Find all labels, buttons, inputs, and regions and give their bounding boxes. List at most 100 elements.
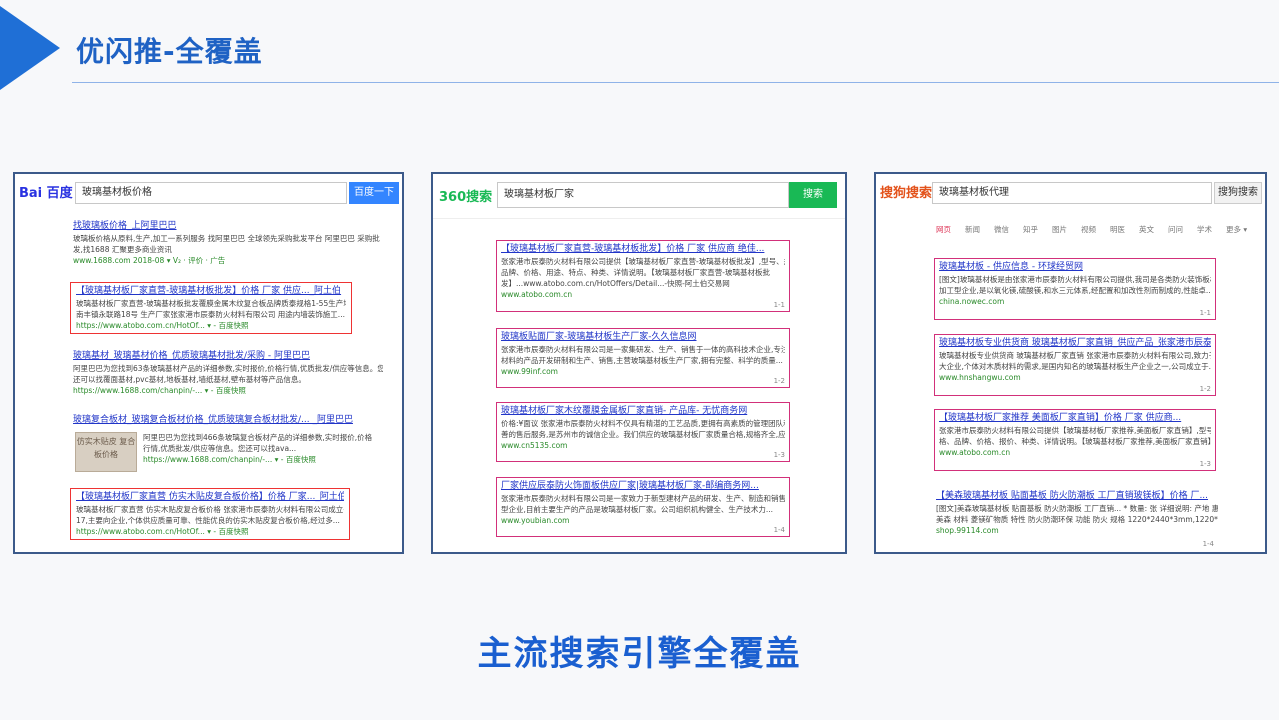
result-desc: 型企业,目前主要生产的产品是玻璃基材板厂家。公司组织机构健全、生产技术力... bbox=[501, 505, 774, 514]
tab-medical[interactable]: 明医 bbox=[1110, 225, 1125, 234]
sogou-result-2[interactable]: 玻璃基材板专业供货商 玻璃基材板厂家直销_供应产品_张家港市辰泰... 玻璃基材… bbox=[934, 334, 1216, 396]
result-desc: 加工型企业,是以氧化镁,硫酸镁,和水三元体系,经配置和加改性剂而制成的,性能卓.… bbox=[939, 286, 1211, 295]
result-desc: 玻璃板价格从原料,生产,加工一系列服务 找阿里巴巴 全球领先采购批发平台 阿里巴… bbox=[73, 234, 380, 243]
s360-screenshot-panel: 360搜索 玻璃基材板厂家 搜索 【玻璃基材板厂家直营-玻璃基材板批发】价格 厂… bbox=[431, 172, 847, 554]
tab-qa[interactable]: 问问 bbox=[1168, 225, 1183, 234]
result-desc: 材料的产品开发研制和生产、销售,主营玻璃基材板生产厂家,拥有完整、科学的质量..… bbox=[501, 356, 783, 365]
result-desc: 玻璃基材板厂家直营-玻璃基材板批发覆膜金属木纹复合板品牌质泰规格1-55生产地址… bbox=[76, 299, 346, 308]
s360-result-2[interactable]: 玻璃板贴面厂家-玻璃基材板生产厂家-久久信息网 张家港市辰泰防火材料有限公司是一… bbox=[496, 328, 790, 388]
result-desc: 张家港市辰泰防火材料有限公司是一家集研发、生产、销售于一体的高科技术企业,专注木… bbox=[501, 345, 785, 354]
sogou-result-4[interactable]: 【美森玻璃基材板 贴面基板 防火防潮板 工厂直销玻镁板】价格 厂... [图文]… bbox=[936, 490, 1218, 550]
tab-video[interactable]: 视频 bbox=[1081, 225, 1096, 234]
baidu-search-bar: Bai 百度 玻璃基材板价格 百度一下 bbox=[15, 174, 402, 214]
result-desc: 大企业,个体对木质材料的需求,是国内知名的玻璃基材板生产企业之一,公司成立于..… bbox=[939, 362, 1211, 371]
result-index: 1-3 bbox=[1199, 460, 1211, 468]
result-index: 1-2 bbox=[1199, 385, 1211, 393]
result-url: shop.99114.com bbox=[936, 526, 999, 535]
result-desc: 美森 材料 菱镁矿物质 特性 防火防潮环保 功能 防火 规格 1220*2440… bbox=[936, 515, 1218, 524]
sogou-search-input[interactable]: 玻璃基材板代理 bbox=[932, 182, 1212, 204]
result-url: https://www.atobo.com.cn/HotOf... ▾ - 百度… bbox=[76, 321, 249, 330]
baidu-screenshot-panel: Bai 百度 玻璃基材板价格 百度一下 找玻璃板价格_上阿里巴巴 玻璃板价格从原… bbox=[13, 172, 404, 554]
result-desc: 张家港市辰泰防火材料有限公司提供【玻璃基材板厂家直营-玻璃基材板批发】,型号、规… bbox=[501, 257, 785, 266]
baidu-result-4-body: 阿里巴巴为您找到466条玻璃复合板材产品的详细参数,实时报价,价格 行情,优质批… bbox=[143, 432, 373, 465]
sogou-search-bar: 搜狗搜索 玻璃基材板代理 搜狗搜索 bbox=[876, 174, 1265, 214]
s360-logo: 360搜索 bbox=[439, 190, 493, 205]
tab-news[interactable]: 新闻 bbox=[965, 225, 980, 234]
result-title[interactable]: 玻璃基材板 - 供应信息 - 环球经贸网 bbox=[939, 261, 1211, 274]
result-desc: 玻璃基材板厂家直营 仿实木贴皮复合板价格 张家港市辰泰防火材料有限公司成立于20… bbox=[76, 505, 344, 514]
page-title: 优闪推-全覆盖 bbox=[76, 35, 263, 68]
result-desc: 发】...www.atobo.com.cn/HotOffers/Detail..… bbox=[501, 279, 730, 288]
sogou-result-1[interactable]: 玻璃基材板 - 供应信息 - 环球经贸网 [图文]玻璃基材板是由张家港市辰泰防火… bbox=[934, 258, 1216, 320]
s360-search-button[interactable]: 搜索 bbox=[789, 182, 837, 208]
result-title[interactable]: 【玻璃基材板厂家直营 仿实木贴皮复合板价格】价格 厂家..._阿土伯 bbox=[76, 491, 344, 504]
s360-result-1[interactable]: 【玻璃基材板厂家直营-玻璃基材板批发】价格 厂家 供应商 绝佳... 张家港市辰… bbox=[496, 240, 790, 312]
result-desc: 17,主要向企业,个体供应质量可靠、性能优良的仿实木贴皮复合板价格,经过多... bbox=[76, 516, 340, 525]
result-desc: 南丰镇永联路18号 生产厂家张家港市辰泰防火材料有限公司 用途内墙装饰施工... bbox=[76, 310, 345, 319]
result-url: https://www.1688.com/chanpin/-... ▾ - 百度… bbox=[73, 386, 246, 395]
sogou-result-3[interactable]: 【玻璃基材板厂家推荐 美面板厂家直销】价格 厂家 供应商... 张家港市辰泰防火… bbox=[934, 409, 1216, 471]
baidu-result-4[interactable]: 玻璃复合板材_玻璃复合板材价格_优质玻璃复合板材批发/... _阿里巴巴 bbox=[73, 414, 383, 427]
tab-scholar[interactable]: 学术 bbox=[1197, 225, 1212, 234]
result-desc: 阿里巴巴为您找到466条玻璃复合板材产品的详细参数,实时报价,价格 bbox=[143, 433, 373, 442]
result-title[interactable]: 玻璃复合板材_玻璃复合板材价格_优质玻璃复合板材批发/... _阿里巴巴 bbox=[73, 414, 383, 427]
result-title[interactable]: 玻璃基材板专业供货商 玻璃基材板厂家直销_供应产品_张家港市辰泰... bbox=[939, 337, 1211, 350]
result-desc: 还可以找覆面基材,pvc基材,地板基材,墙纸基材,壁布基材等产品信息。 bbox=[73, 375, 306, 384]
result-index: 1-1 bbox=[1199, 309, 1211, 317]
baidu-result-5[interactable]: 【玻璃基材板厂家直营 仿实木贴皮复合板价格】价格 厂家..._阿土伯 玻璃基材板… bbox=[70, 488, 350, 540]
result-index: 1-1 bbox=[773, 301, 785, 309]
baidu-result-3[interactable]: 玻璃基材_玻璃基材价格_优质玻璃基材批发/采购 - 阿里巴巴 阿里巴巴为您找到6… bbox=[73, 350, 383, 396]
result-desc: 张家港市辰泰防火材料有限公司提供【玻璃基材板厂家推荐,美面板厂家直销】,型号、规 bbox=[939, 426, 1211, 435]
result-desc: 格、品牌、价格、报价、种类、详情说明。【玻璃基材板厂家推荐,美面板厂家直销】在.… bbox=[939, 437, 1211, 446]
s360-result-4[interactable]: 厂家供应辰泰防火饰面板供应厂家|玻璃基材板厂家-邮编商务网... 张家港市辰泰防… bbox=[496, 477, 790, 537]
result-desc: 价格:¥面议 张家港市辰泰防火材料不仅具有精湛的工艺品质,更拥有高素质的管理团队… bbox=[501, 419, 785, 428]
result-title[interactable]: 【玻璃基材板厂家推荐 美面板厂家直销】价格 厂家 供应商... bbox=[939, 412, 1211, 425]
s360-search-bar: 360搜索 玻璃基材板厂家 搜索 bbox=[433, 174, 845, 219]
s360-search-input[interactable]: 玻璃基材板厂家 bbox=[497, 182, 789, 208]
result-title[interactable]: 玻璃板贴面厂家-玻璃基材板生产厂家-久久信息网 bbox=[501, 331, 785, 344]
baidu-logo: Bai 百度 bbox=[19, 186, 73, 201]
result-url: www.1688.com 2018-08 ▾ V₂ · 评价 · 广告 bbox=[73, 256, 226, 265]
tab-more[interactable]: 更多 ▾ bbox=[1226, 225, 1247, 234]
result-url: https://www.1688.com/chanpin/-... ▾ - 百度… bbox=[143, 455, 316, 464]
sogou-search-button[interactable]: 搜狗搜索 bbox=[1214, 182, 1262, 204]
tab-images[interactable]: 图片 bbox=[1052, 225, 1067, 234]
baidu-search-input[interactable]: 玻璃基材板价格 bbox=[75, 182, 347, 204]
result-desc: 阿里巴巴为您找到63条玻璃基材产品的详细参数,实时报价,价格行情,优质批发/供应… bbox=[73, 364, 383, 373]
result-url: www.atobo.com.cn bbox=[501, 290, 573, 299]
result-desc: 品牌、价格、用途、特点、种类、详情说明。【玻璃基材板厂家直营-玻璃基材板批 bbox=[501, 268, 770, 277]
result-url: china.nowec.com bbox=[939, 297, 1005, 306]
tab-english[interactable]: 英文 bbox=[1139, 225, 1154, 234]
sogou-screenshot-panel: 搜狗搜索 玻璃基材板代理 搜狗搜索 网页 新闻 微信 知乎 图片 视频 明医 英文 问问 学术 更多… bbox=[874, 172, 1267, 554]
s360-result-3[interactable]: 玻璃基材板厂家木纹覆膜金属板厂家直销- 产品库- 无忧商务网 价格:¥面议 张家… bbox=[496, 402, 790, 462]
baidu-search-button[interactable]: 百度一下 bbox=[349, 182, 399, 204]
result-title[interactable]: 【美森玻璃基材板 贴面基板 防火防潮板 工厂直销玻镁板】价格 厂... bbox=[936, 490, 1218, 503]
result-url: www.99inf.com bbox=[501, 367, 558, 376]
result-title[interactable]: 厂家供应辰泰防火饰面板供应厂家|玻璃基材板厂家-邮编商务网... bbox=[501, 480, 785, 493]
result-title[interactable]: 玻璃基材_玻璃基材价格_优质玻璃基材批发/采购 - 阿里巴巴 bbox=[73, 350, 383, 363]
tab-wechat[interactable]: 微信 bbox=[994, 225, 1009, 234]
result-desc: 发,找1688 汇聚更多商业资讯 bbox=[73, 245, 172, 254]
result-desc: 张家港市辰泰防火材料有限公司是一家致力于新型建材产品的研发、生产、制造和销售的生… bbox=[501, 494, 785, 503]
result-desc: [图文]玻璃基材板是由张家港市辰泰防火材料有限公司提供,我司是各类防火装饰板材的… bbox=[939, 275, 1211, 284]
result-title[interactable]: 【玻璃基材板厂家直营-玻璃基材板批发】价格 厂家 供应..._阿土伯 bbox=[76, 285, 346, 298]
result-title[interactable]: 【玻璃基材板厂家直营-玻璃基材板批发】价格 厂家 供应商 绝佳... bbox=[501, 243, 785, 256]
baidu-result-1[interactable]: 找玻璃板价格_上阿里巴巴 玻璃板价格从原料,生产,加工一系列服务 找阿里巴巴 全… bbox=[73, 220, 383, 266]
result-url: www.youbian.com bbox=[501, 516, 570, 525]
result-thumbnail[interactable]: 仿实木贴皮 复合板价格 bbox=[75, 432, 137, 472]
result-desc: 善的售后服务,是苏州市的诚信企业。我们供应的玻璃基材板厂家质量合格,规格齐全,应… bbox=[501, 430, 785, 439]
footer-title: 主流搜索引擎全覆盖 bbox=[477, 634, 802, 674]
result-url: www.atobo.com.cn bbox=[939, 448, 1011, 457]
header-divider bbox=[72, 82, 1279, 83]
result-desc: [图文]美森玻璃基材板 贴面基板 防火防潮板 工厂直销... * 数量: 张 详… bbox=[936, 504, 1218, 513]
result-index: 1-4 bbox=[1202, 540, 1214, 548]
sogou-tabs: 网页 新闻 微信 知乎 图片 视频 明医 英文 问问 学术 更多 ▾ bbox=[936, 224, 1261, 235]
result-url: https://www.atobo.com.cn/HotOf... ▾ - 百度… bbox=[76, 527, 249, 536]
result-title[interactable]: 玻璃基材板厂家木纹覆膜金属板厂家直销- 产品库- 无忧商务网 bbox=[501, 405, 785, 418]
result-title[interactable]: 找玻璃板价格_上阿里巴巴 bbox=[73, 220, 383, 233]
tab-web[interactable]: 网页 bbox=[936, 225, 951, 234]
result-index: 1-3 bbox=[773, 451, 785, 459]
tab-zhihu[interactable]: 知乎 bbox=[1023, 225, 1038, 234]
result-index: 1-2 bbox=[773, 377, 785, 385]
baidu-result-2[interactable]: 【玻璃基材板厂家直营-玻璃基材板批发】价格 厂家 供应..._阿土伯 玻璃基材板… bbox=[70, 282, 352, 334]
